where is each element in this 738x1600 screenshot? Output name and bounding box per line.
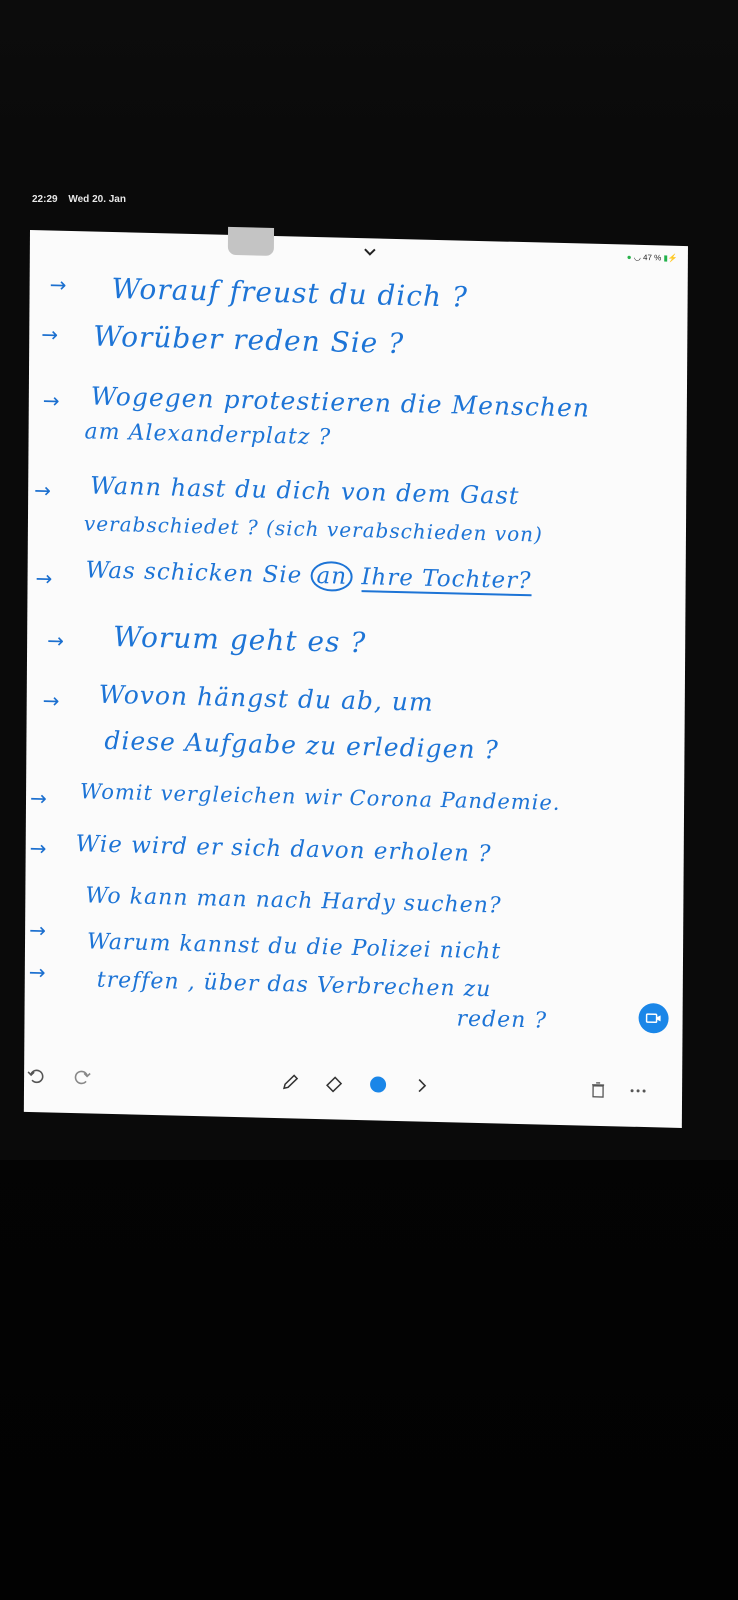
note-line: Worüber reden Sie ? <box>93 319 405 361</box>
note-line: am Alexanderplatz ? <box>84 419 332 451</box>
note-line: treffen , über das Verbrechen zu <box>96 967 492 1003</box>
status-bar: 22:29 Wed 20. Jan <box>32 194 134 205</box>
note-line: Was schicken Sie an Ihre Tochter? <box>85 557 532 597</box>
arrow-icon: → <box>47 628 64 653</box>
note-line: verabschiedet ? (sich verabschieden von) <box>83 511 543 547</box>
status-time: 22:29 <box>32 194 58 205</box>
chevron-right-icon[interactable] <box>410 1073 434 1098</box>
bottom-toolbar <box>24 1056 682 1112</box>
arrow-icon: → <box>29 786 47 811</box>
arrow-icon: → <box>28 959 46 985</box>
video-record-button[interactable] <box>638 1002 669 1034</box>
underlined-phrase: Ihre Tochter? <box>361 564 532 597</box>
arrow-icon: → <box>29 836 47 861</box>
note-line: diese Aufgabe zu erledigen ? <box>104 725 499 765</box>
note-line: Wo kann man nach Hardy suchen? <box>85 883 502 919</box>
eraser-icon[interactable] <box>322 1071 346 1096</box>
redo-icon[interactable] <box>70 1065 94 1090</box>
arrow-icon: → <box>35 566 53 591</box>
arrow-icon: → <box>34 478 52 503</box>
arrow-icon: → <box>42 688 60 713</box>
more-icon[interactable] <box>626 1079 650 1104</box>
trash-icon[interactable] <box>586 1078 610 1103</box>
arrow-icon: → <box>49 272 67 297</box>
note-line: Worauf freust du dich ? <box>111 271 469 314</box>
note-line: Wogegen protestieren die Menschen <box>90 381 591 423</box>
note-line: Womit vergleichen wir Corona Pandemie. <box>80 779 561 815</box>
note-line: Wie wird er sich davon erholen ? <box>75 831 492 868</box>
note-canvas[interactable]: ● ◡ 47 % ▮⚡ → → → → → → → → → → → Worauf… <box>23 226 688 1128</box>
color-dot[interactable] <box>366 1072 390 1097</box>
note-line: Wovon hängst du ab, um <box>98 679 434 717</box>
undo-icon[interactable] <box>24 1064 48 1089</box>
arrow-icon: → <box>41 322 59 347</box>
pen-icon[interactable] <box>278 1070 302 1095</box>
arrow-icon: → <box>42 388 60 413</box>
note-line: Worum geht es ? <box>113 620 367 660</box>
note-line-part: Was schicken Sie <box>85 557 303 589</box>
handwritten-notes: → → → → → → → → → → → Worauf freust du d… <box>24 230 688 1066</box>
arrow-icon: → <box>29 917 46 943</box>
note-line: Wann hast du dich von dem Gast <box>90 471 520 510</box>
status-date: Wed 20. Jan <box>68 194 126 205</box>
circled-word: an <box>310 560 354 592</box>
note-line: reden ? <box>456 1006 548 1034</box>
note-line: Warum kannst du die Polizei nicht <box>86 929 502 965</box>
video-camera-icon <box>645 1013 661 1024</box>
